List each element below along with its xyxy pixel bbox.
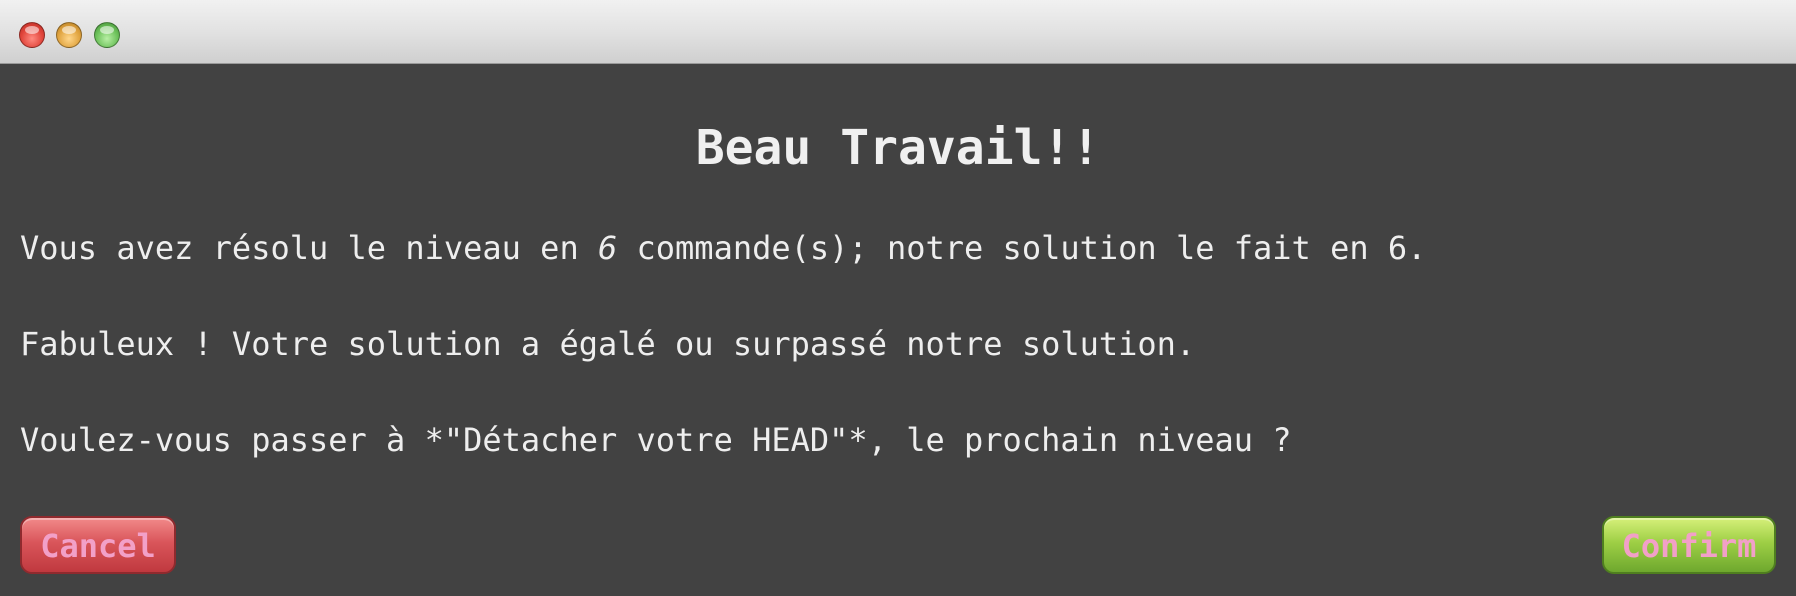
minimize-window-icon[interactable] xyxy=(56,22,82,48)
dialog-heading: Beau Travail!! xyxy=(695,120,1101,176)
cancel-button[interactable]: Cancel xyxy=(20,516,176,574)
next-level-prompt: Voulez-vous passer à *"Détacher votre HE… xyxy=(20,421,1292,459)
result-message: Vous avez résolu le niveau en 6 commande… xyxy=(20,228,1426,268)
dialog-window: Beau Travail!! Vous avez résolu le nivea… xyxy=(0,0,1796,596)
dialog-content: Beau Travail!! Vous avez résolu le nivea… xyxy=(0,64,1796,596)
praise-message: Fabuleux ! Votre solution a égalé ou sur… xyxy=(20,325,1196,363)
command-count: 6 xyxy=(597,229,618,267)
zoom-window-icon[interactable] xyxy=(94,22,120,48)
result-message-suffix: commande(s); notre solution le fait en 6… xyxy=(617,229,1427,267)
close-window-icon[interactable] xyxy=(19,22,45,48)
result-message-prefix: Vous avez résolu le niveau en xyxy=(20,229,598,267)
window-titlebar xyxy=(0,0,1796,64)
confirm-button[interactable]: Confirm xyxy=(1602,516,1776,574)
